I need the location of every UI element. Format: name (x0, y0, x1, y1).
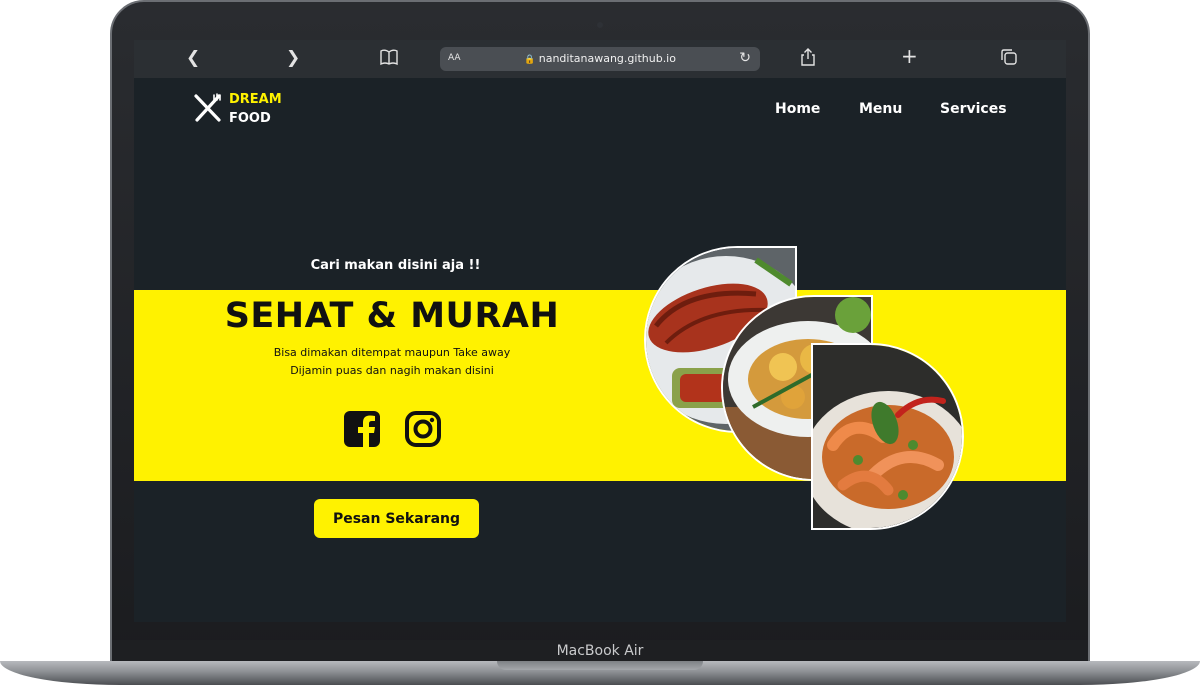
hero-tagline: Cari makan disini aja !! (310, 258, 481, 273)
tabs-overview-icon[interactable] (1000, 48, 1018, 71)
laptop-model-label: MacBook Air (556, 643, 644, 659)
chevron-right-icon[interactable]: ❯ (286, 48, 300, 68)
url-text: nanditanawang.github.io (538, 52, 676, 65)
share-icon[interactable] (800, 48, 816, 71)
laptop-notch (497, 661, 703, 670)
logo-text-dream[interactable]: DREAM (229, 92, 282, 107)
url-display: 🔒 nanditanawang.github.io (440, 52, 760, 65)
facebook-icon[interactable] (343, 410, 381, 448)
reload-icon[interactable]: ↻ (739, 50, 751, 66)
hero-description-line-2: Dijamin puas dan nagih makan disini (290, 364, 494, 377)
new-tab-icon[interactable]: + (901, 46, 918, 66)
instagram-icon[interactable] (404, 410, 442, 448)
camera-dot (597, 22, 603, 28)
book-icon[interactable] (379, 48, 399, 71)
nav-menu[interactable]: Menu (859, 101, 902, 117)
nav-services[interactable]: Services (940, 101, 1007, 117)
nav-home[interactable]: Home (775, 101, 820, 117)
chevron-left-icon[interactable]: ❮ (186, 48, 200, 68)
screen: ❮ ❯ AA 🔒 nanditanawang.github.io ↻ + DRE… (134, 40, 1066, 622)
fork-knife-icon (194, 93, 221, 122)
hero-description-line-1: Bisa dimakan ditempat maupun Take away (273, 346, 511, 359)
hero-headline: SEHAT & MURAH (224, 296, 560, 336)
order-now-button[interactable]: Pesan Sekarang (314, 499, 479, 538)
logo-text-food[interactable]: FOOD (229, 111, 271, 126)
address-bar[interactable]: AA 🔒 nanditanawang.github.io ↻ (440, 47, 760, 71)
lock-icon: 🔒 (524, 55, 536, 65)
browser-toolbar: ❮ ❯ AA 🔒 nanditanawang.github.io ↻ + (134, 40, 1066, 78)
